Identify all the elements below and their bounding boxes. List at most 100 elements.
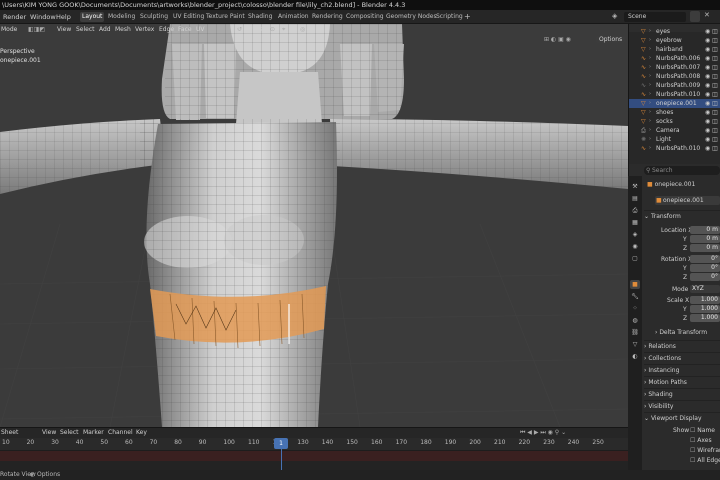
visibility-toggle-icon[interactable]: ◉ ◫: [705, 36, 718, 45]
tab-texture-paint[interactable]: Texture Paint: [204, 12, 247, 22]
timeline-ruler[interactable]: 1020304050607080901001101201301401501601…: [0, 438, 628, 450]
checkbox-name[interactable]: ☐ Name: [690, 427, 715, 434]
expand-arrow-icon[interactable]: ›: [649, 72, 651, 81]
rotation-z-field[interactable]: 0°: [690, 273, 720, 281]
expand-arrow-icon[interactable]: ›: [649, 135, 651, 144]
timeline-menu-marker[interactable]: Marker: [83, 429, 104, 436]
object-tab[interactable]: ■: [630, 280, 640, 289]
tab-compositing[interactable]: Compositing: [344, 12, 386, 22]
panel-instancing[interactable]: › Instancing: [644, 364, 720, 375]
scale-z-field[interactable]: 1.000: [690, 314, 720, 322]
data-tab[interactable]: ▽: [630, 340, 640, 349]
3d-viewport[interactable]: [0, 24, 628, 427]
expand-arrow-icon[interactable]: ›: [649, 81, 651, 90]
expand-arrow-icon[interactable]: ›: [649, 45, 651, 54]
scale-x-field[interactable]: 1.000: [690, 296, 720, 304]
panel-visibility[interactable]: › Visibility: [644, 400, 720, 411]
viewport-menu-add[interactable]: Add: [99, 24, 111, 35]
panel-viewport-display[interactable]: ⌄ Viewport Display: [644, 412, 720, 423]
outliner-item[interactable]: › ▽ onepiece.001 ◉ ◫: [629, 99, 720, 108]
menu-window[interactable]: Window: [30, 10, 56, 24]
scale-y-field[interactable]: 1.000: [690, 305, 720, 313]
outliner-item[interactable]: › ▽ hairband ◉ ◫: [629, 45, 720, 54]
visibility-toggle-icon[interactable]: ◉ ◫: [705, 63, 718, 72]
modifier-tab[interactable]: 🔧︎: [630, 292, 640, 301]
timeline-menu-channel[interactable]: Channel: [108, 429, 133, 436]
proportional-edit-icon[interactable]: ◎: [300, 24, 305, 35]
outliner-item[interactable]: › ⎙ Camera ◉ ◫: [629, 126, 720, 135]
outliner-item[interactable]: › ✺ Light ◉ ◫: [629, 135, 720, 144]
checkbox-all-edges[interactable]: ☐ All Edges: [690, 457, 720, 464]
visibility-toggle-icon[interactable]: ◉ ◫: [705, 126, 718, 135]
view-layer-tab[interactable]: ▦: [630, 218, 640, 227]
world-tab[interactable]: ◉: [630, 242, 640, 251]
panel-relations[interactable]: › Relations: [644, 340, 720, 351]
tab-rendering[interactable]: Rendering: [310, 12, 345, 22]
particles-tab[interactable]: ⁘: [630, 304, 640, 313]
material-tab[interactable]: ◐: [630, 352, 640, 361]
expand-arrow-icon[interactable]: ›: [649, 144, 651, 153]
outliner-item[interactable]: › ∿ NurbsPath.008 ◉ ◫: [629, 72, 720, 81]
panel-collections[interactable]: › Collections: [644, 352, 720, 363]
expand-arrow-icon[interactable]: ›: [649, 117, 651, 126]
viewport-menu-uv[interactable]: UV: [196, 24, 205, 35]
snap-icon[interactable]: ⌖: [282, 24, 285, 35]
visibility-toggle-icon[interactable]: ◉ ◫: [705, 54, 718, 63]
viewport-canvas[interactable]: [0, 24, 628, 427]
playhead[interactable]: [281, 449, 282, 470]
outliner-item[interactable]: › ▽ eyes ◉ ◫: [629, 27, 720, 36]
orientation-selector[interactable]: Global: [246, 24, 265, 35]
outliner[interactable]: › ▽ eyes ◉ ◫ › ▽ eyebrow ◉ ◫ › ▽ hairband ◉ ◫ › ∿ Nurb…: [628, 24, 720, 164]
expand-arrow-icon[interactable]: ›: [649, 126, 651, 135]
object-name-field[interactable]: ■ onepiece.001: [655, 196, 720, 205]
visibility-toggle-icon[interactable]: ◉ ◫: [705, 81, 718, 90]
timeline-menu-view[interactable]: View: [42, 429, 56, 436]
close-icon[interactable]: ✕: [704, 11, 710, 19]
tab-geometry-nodes[interactable]: Geometry Nodes: [384, 12, 439, 22]
editor-type-selector[interactable]: Sheet: [1, 429, 18, 436]
menu-render[interactable]: Render: [3, 10, 26, 24]
viewport-menu-select[interactable]: Select: [76, 24, 95, 35]
visibility-toggle-icon[interactable]: ◉ ◫: [705, 135, 718, 144]
mode-selector[interactable]: Mode: [1, 24, 17, 35]
checkbox-wireframe[interactable]: ☐ Wireframe: [690, 447, 720, 454]
rotation-mode-select[interactable]: XYZ Euler: [690, 285, 720, 293]
expand-arrow-icon[interactable]: ›: [649, 27, 651, 36]
outliner-item[interactable]: › ∿ NurbsPath.010 ◉ ◫: [629, 90, 720, 99]
visibility-toggle-icon[interactable]: ◉ ◫: [705, 117, 718, 126]
panel-motion-paths[interactable]: › Motion Paths: [644, 376, 720, 387]
visibility-toggle-icon[interactable]: ◉ ◫: [705, 108, 718, 117]
panel-shading[interactable]: › Shading: [644, 388, 720, 399]
tool-tab[interactable]: ⚒: [630, 182, 640, 191]
collection-tab[interactable]: ▢: [630, 254, 640, 263]
playback-icons[interactable]: ⏮ ◀ ▶ ⏭ ◉ ⚲ ⌄: [520, 429, 566, 437]
visibility-toggle-icon[interactable]: ◉ ◫: [705, 72, 718, 81]
visibility-toggle-icon[interactable]: ◉ ◫: [705, 27, 718, 36]
output-tab[interactable]: ⎙: [630, 206, 640, 215]
rotation-y-field[interactable]: 0°: [690, 264, 720, 272]
outliner-item[interactable]: › ∿ NurbsPath.007 ◉ ◫: [629, 63, 720, 72]
delta-transform-header[interactable]: › Delta Transform: [655, 329, 707, 336]
tab-uv-editing[interactable]: UV Editing: [171, 12, 206, 22]
overlay-icons[interactable]: ⊞ ◐ ▣ ◉: [544, 36, 571, 43]
current-frame-indicator[interactable]: 1: [274, 438, 288, 449]
tab-animation[interactable]: Animation: [276, 12, 311, 22]
timeline-body[interactable]: [0, 461, 628, 470]
outliner-item[interactable]: › ∿ NurbsPath.010 ◉ ◫: [629, 144, 720, 153]
add-workspace-button[interactable]: +: [462, 12, 473, 22]
expand-arrow-icon[interactable]: ›: [649, 36, 651, 45]
properties-search[interactable]: ⚲ Search: [644, 166, 720, 175]
menu-help[interactable]: Help: [56, 10, 71, 24]
outliner-item[interactable]: › ∿ NurbsPath.006 ◉ ◫: [629, 54, 720, 63]
tab-scripting[interactable]: Scripting: [434, 12, 465, 22]
location-z-field[interactable]: 0 m: [690, 244, 720, 252]
expand-arrow-icon[interactable]: ›: [649, 63, 651, 72]
outliner-item[interactable]: › ▽ socks ◉ ◫: [629, 117, 720, 126]
pivot-icon[interactable]: ⊙: [270, 24, 275, 35]
physics-tab[interactable]: ◍: [630, 316, 640, 325]
viewport-menu-edge[interactable]: Edge: [159, 24, 174, 35]
scene-selector[interactable]: Scene: [624, 12, 686, 22]
scene-tab[interactable]: ◈: [630, 230, 640, 239]
visibility-toggle-icon[interactable]: ◉ ◫: [705, 90, 718, 99]
outliner-item[interactable]: › ▽ shoes ◉ ◫: [629, 108, 720, 117]
